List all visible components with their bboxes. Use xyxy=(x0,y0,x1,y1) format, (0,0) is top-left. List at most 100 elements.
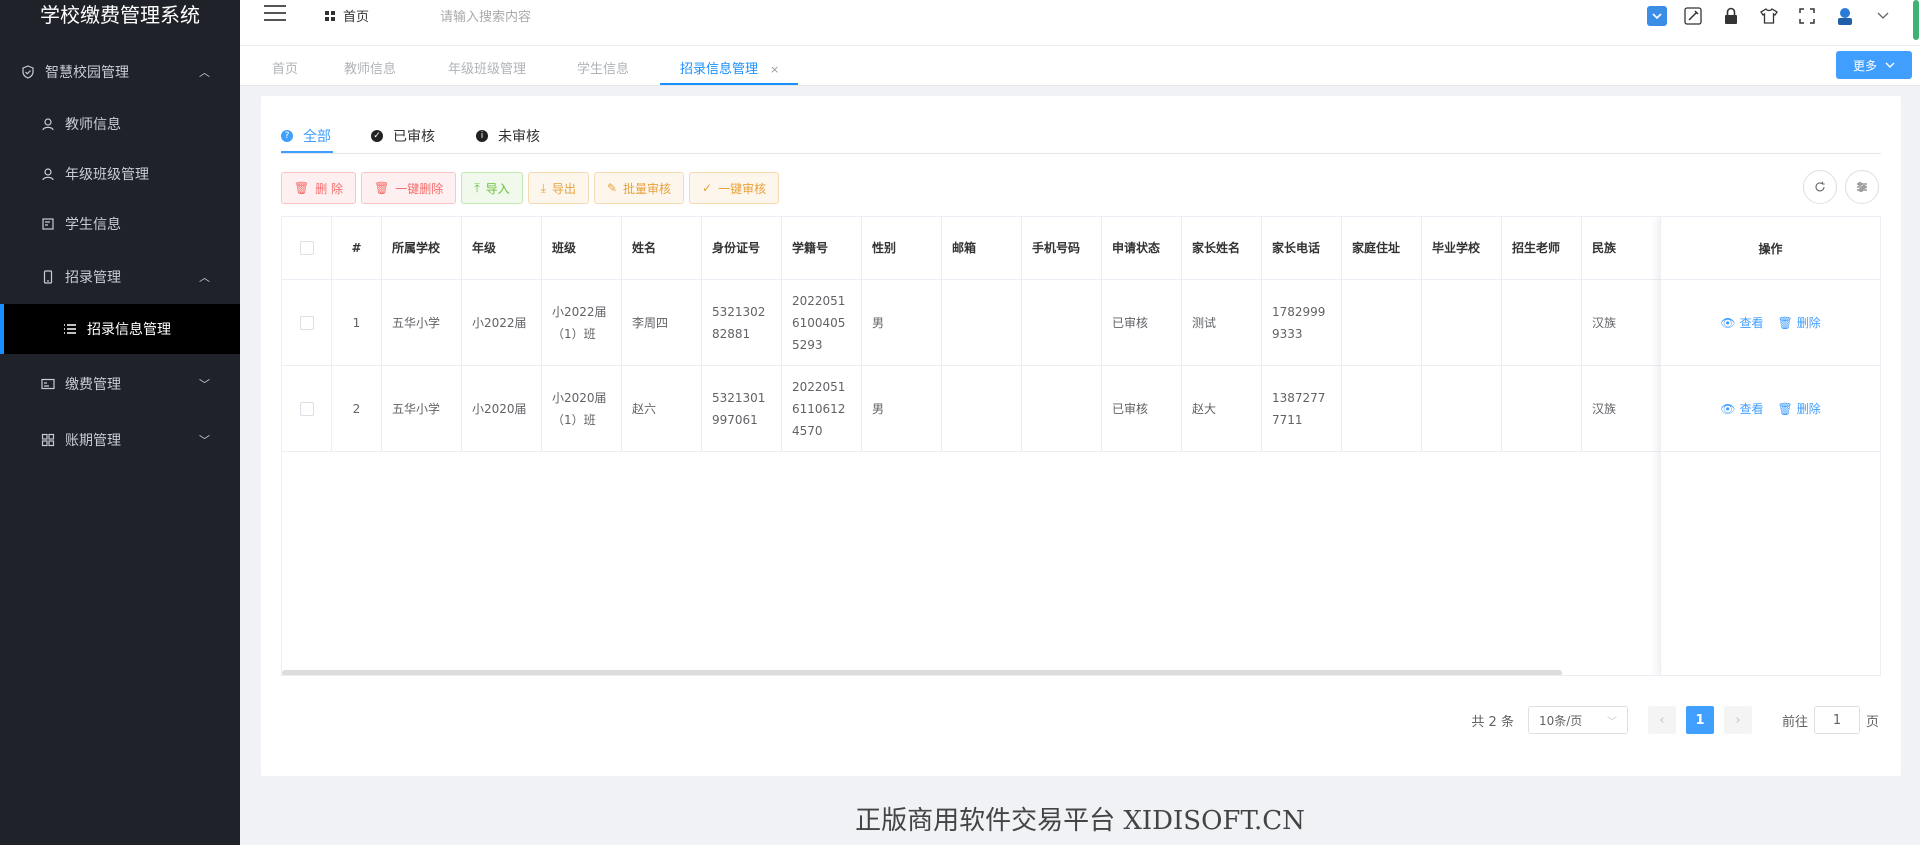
top-header: 首页 请输入搜索内容 xyxy=(240,0,1920,46)
delete-button[interactable]: 🗑 删 除 xyxy=(281,172,357,204)
bulk-delete-button[interactable]: 🗑 一键删除 xyxy=(361,172,457,204)
sidebar-item-label: 教师信息 xyxy=(65,117,121,133)
tab-students[interactable]: 学生信息 xyxy=(577,58,629,77)
class-cell: 小2020届（1）班 xyxy=(542,366,622,451)
column-header: 手机号码 xyxy=(1022,217,1102,279)
menu-toggle-icon[interactable] xyxy=(264,5,286,23)
table-header: # 所属学校 年级 班级 姓名 身份证号 学籍号 性别 邮箱 手机号码 申请状态… xyxy=(282,217,1880,280)
row-checkbox[interactable] xyxy=(299,315,314,330)
row-actions: 👁 查看 🗑 删除 xyxy=(1661,280,1880,366)
subtab-unreviewed[interactable]: i 未审核 xyxy=(476,126,540,146)
toolbar: 🗑 删 除 🗑 一键删除 ⤒ 导入 ⤓ 导出 ✎ 批量审核 ✓ 一键审核 xyxy=(281,172,780,204)
lock-icon[interactable] xyxy=(1719,4,1743,28)
main-card: ? 全部 ✓ 已审核 i 未审核 🗑 删 除 🗑 一键删除 ⤒ 导入 ⤓ 导出 ✎ 批量审… xyxy=(261,96,1901,776)
button-label: 删 除 xyxy=(315,181,344,196)
batch-review-button[interactable]: ✎ 批量审核 xyxy=(593,172,685,204)
scrollbar[interactable] xyxy=(1913,0,1919,40)
tab-teachers[interactable]: 教师信息 xyxy=(344,58,396,77)
sidebar-item-teachers[interactable]: 教师信息 xyxy=(0,112,240,136)
trash-icon: 🗑 xyxy=(1777,401,1793,416)
fullscreen-icon[interactable] xyxy=(1795,4,1819,28)
page-size-select[interactable]: 10条/页 ﹀ xyxy=(1527,706,1628,734)
column-header: 家长姓名 xyxy=(1182,217,1262,279)
address-cell xyxy=(1342,280,1422,365)
prev-page-button[interactable]: ‹ xyxy=(1647,706,1676,734)
sidebar-item-label: 招录管理 xyxy=(65,270,121,286)
column-header: 申请状态 xyxy=(1102,217,1182,279)
grad-school-cell xyxy=(1422,280,1502,365)
column-header: 所属学校 xyxy=(382,217,462,279)
goto-page-input[interactable]: 1 xyxy=(1813,706,1860,734)
user-icon xyxy=(40,166,56,182)
sidebar-item-students[interactable]: 学生信息 xyxy=(0,212,240,236)
close-icon[interactable]: × xyxy=(770,63,779,76)
sidebar-item-grade-class[interactable]: 年级班级管理 xyxy=(0,162,240,186)
subtab-all[interactable]: ? 全部 xyxy=(281,126,331,146)
id-card-cell: 5321301997061 xyxy=(702,366,782,451)
grade-cell: 小2020届 xyxy=(462,366,542,451)
column-settings-button[interactable] xyxy=(1845,170,1879,204)
tools-icon[interactable] xyxy=(1681,4,1705,28)
search-input[interactable]: 请输入搜索内容 xyxy=(440,6,531,25)
more-label: 更多 xyxy=(1852,58,1877,73)
row-delete-button[interactable]: 🗑 删除 xyxy=(1778,400,1821,417)
table-row[interactable]: 2 五华小学 小2020届 小2020届（1）班 赵六 532130199706… xyxy=(282,366,1880,452)
eye-icon: 👁 xyxy=(1720,315,1736,330)
one-click-review-button[interactable]: ✓ 一键审核 xyxy=(689,172,780,204)
page-number[interactable]: 1 xyxy=(1685,706,1714,734)
shirt-icon[interactable] xyxy=(1757,4,1781,28)
phone-icon xyxy=(40,269,56,285)
column-header: # xyxy=(332,217,382,279)
check-circle-icon: ✓ xyxy=(371,130,383,142)
tab-grade-class[interactable]: 年级班级管理 xyxy=(448,58,526,77)
action-label: 查看 xyxy=(1739,402,1764,416)
download-icon: ⤓ xyxy=(540,180,546,195)
action-label: 查看 xyxy=(1739,316,1764,330)
tab-admission-info[interactable]: 招录信息管理 × xyxy=(680,58,779,77)
edit-icon: ✎ xyxy=(606,181,618,195)
view-button[interactable]: 👁 查看 xyxy=(1720,314,1763,331)
grad-school-cell xyxy=(1422,366,1502,451)
row-checkbox[interactable] xyxy=(299,401,314,416)
avatar[interactable] xyxy=(1833,4,1857,28)
name-cell: 赵六 xyxy=(622,366,702,451)
row-delete-button[interactable]: 🗑 删除 xyxy=(1778,314,1821,331)
sidebar-item-admission-info[interactable]: 招录信息管理 xyxy=(0,304,240,354)
tab-home[interactable]: 首页 xyxy=(272,58,298,77)
import-button[interactable]: ⤒ 导入 xyxy=(461,172,523,204)
ethnic-cell: 汉族 xyxy=(1582,366,1662,451)
class-cell: 小2022届（1）班 xyxy=(542,280,622,365)
more-button[interactable]: 更多 xyxy=(1836,51,1912,79)
chevron-down-icon[interactable] xyxy=(1871,4,1895,28)
chevron-down-icon: ﹀ xyxy=(199,434,210,447)
trash-icon: 🗑 xyxy=(374,181,390,195)
refresh-button[interactable] xyxy=(1803,170,1837,204)
teacher-cell xyxy=(1502,280,1582,365)
row-index: 1 xyxy=(332,280,382,365)
sidebar-item-fees[interactable]: 缴费管理 ﹀ xyxy=(0,372,240,396)
refresh-icon xyxy=(1815,181,1825,192)
check-icon: ✓ xyxy=(702,181,713,195)
table-row[interactable]: 1 五华小学 小2022届 小2022届（1）班 李周四 53213028288… xyxy=(282,280,1880,366)
view-button[interactable]: 👁 查看 xyxy=(1720,400,1763,417)
column-header: 年级 xyxy=(462,217,542,279)
home-label: 首页 xyxy=(343,10,370,25)
column-header: 身份证号 xyxy=(702,217,782,279)
app-title: 学校缴费管理系统 xyxy=(40,3,200,27)
next-page-button[interactable]: › xyxy=(1723,706,1752,734)
column-header: 民族 xyxy=(1582,217,1662,279)
sidebar-item-smart-campus[interactable]: 智慧校园管理 ︿ xyxy=(0,60,240,84)
chevron-up-icon: ︿ xyxy=(199,271,210,284)
gender-cell: 男 xyxy=(862,280,942,365)
column-header: 招生老师 xyxy=(1502,217,1582,279)
sidebar: 学校缴费管理系统 智慧校园管理 ︿ 教师信息 年级班级管理 学生信息 招录管理 … xyxy=(0,0,240,845)
export-button[interactable]: ⤓ 导出 xyxy=(527,172,589,204)
sidebar-item-billing[interactable]: 账期管理 ﹀ xyxy=(0,428,240,452)
subtab-reviewed[interactable]: ✓ 已审核 xyxy=(371,126,435,146)
home-breadcrumb[interactable]: 首页 xyxy=(325,6,369,25)
select-all-checkbox[interactable] xyxy=(299,241,314,255)
dropdown-icon[interactable] xyxy=(1647,6,1667,26)
sidebar-item-label: 账期管理 xyxy=(65,433,121,449)
horizontal-scrollbar[interactable] xyxy=(282,670,1562,675)
sidebar-item-admission[interactable]: 招录管理 ︿ xyxy=(0,265,240,289)
